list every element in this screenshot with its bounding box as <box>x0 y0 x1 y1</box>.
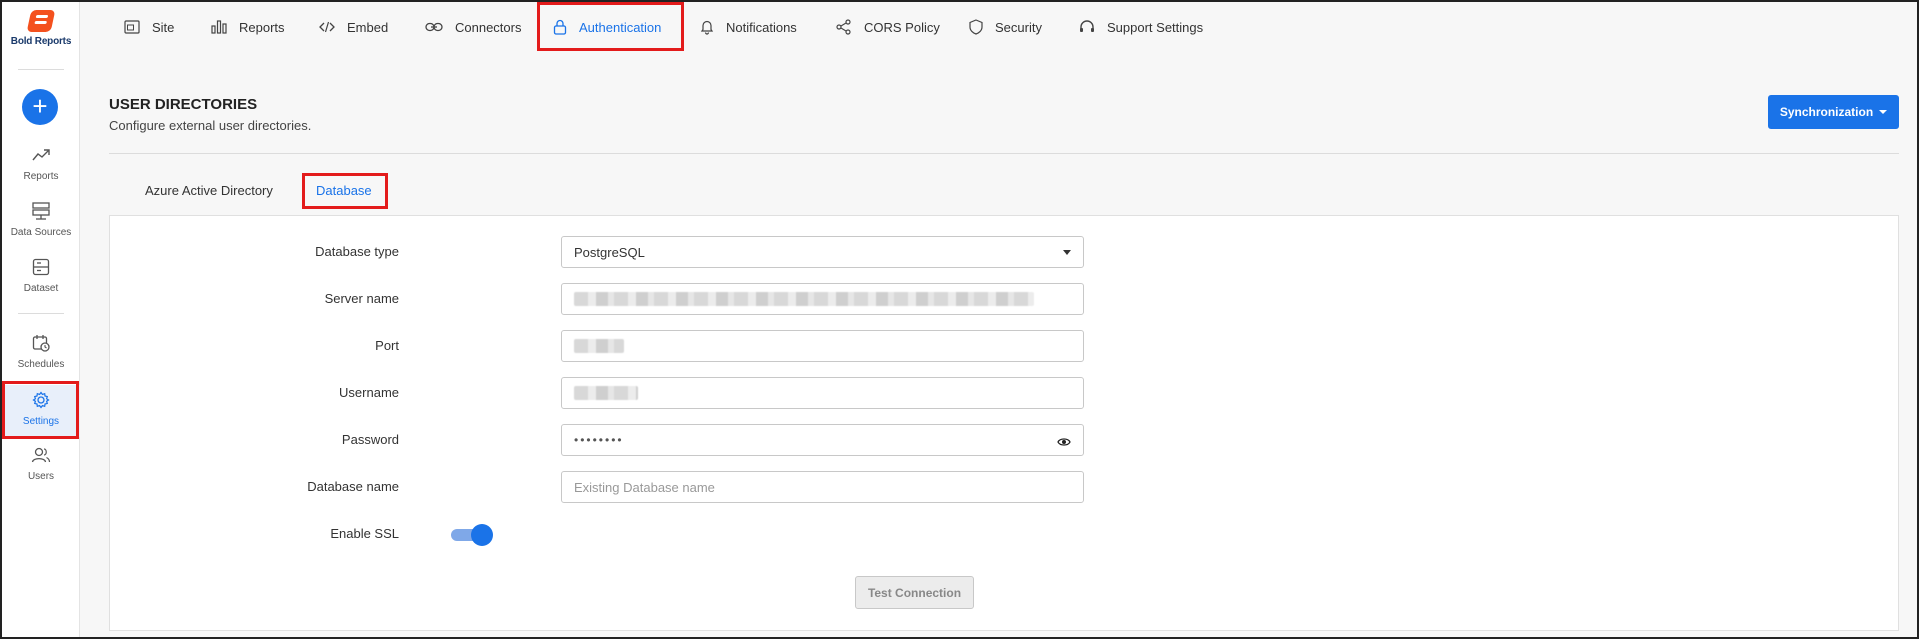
header-divider <box>109 153 1899 154</box>
sidebar-item-label: Users <box>27 471 55 482</box>
enable-ssl-label: Enable SSL <box>330 526 399 541</box>
tab-support-settings[interactable]: Support Settings <box>1079 2 1203 52</box>
sidebar-item-users[interactable]: Users <box>2 445 80 482</box>
link-icon <box>425 22 443 32</box>
sidebar-item-label: Dataset <box>23 283 59 294</box>
database-settings-panel: Database type PostgreSQL Server name Por… <box>109 215 1899 631</box>
tab-database[interactable]: Database <box>316 183 372 198</box>
sidebar-item-label: Reports <box>23 171 59 182</box>
tab-label: Site <box>152 19 175 35</box>
password-input[interactable]: •••••••• <box>561 424 1084 456</box>
show-password-eye-icon[interactable] <box>1057 435 1071 450</box>
port-input[interactable] <box>561 330 1084 362</box>
tab-label: Support Settings <box>1107 19 1204 35</box>
port-label: Port <box>375 338 399 353</box>
bell-icon <box>700 19 714 35</box>
tab-azure-active-directory[interactable]: Azure Active Directory <box>145 183 273 198</box>
share-icon <box>836 19 852 35</box>
tab-embed[interactable]: Embed <box>319 2 388 52</box>
database-name-label: Database name <box>307 479 399 494</box>
users-icon <box>2 445 80 465</box>
sidebar-item-label: Settings <box>22 416 60 427</box>
sidebar-item-label: Schedules <box>17 359 65 370</box>
synchronization-button[interactable]: Synchronization <box>1768 95 1899 129</box>
lock-icon <box>553 19 567 35</box>
trend-icon <box>2 145 80 165</box>
tab-connectors[interactable]: Connectors <box>425 2 521 52</box>
username-label: Username <box>339 385 399 400</box>
tab-notifications[interactable]: Notifications <box>700 2 797 52</box>
database-name-input[interactable] <box>561 471 1084 503</box>
gear-icon <box>2 390 80 410</box>
code-icon <box>319 21 335 33</box>
tab-authentication[interactable]: Authentication <box>553 2 661 52</box>
sidebar-item-data-sources[interactable]: Data Sources <box>2 201 80 238</box>
sidebar-item-settings[interactable]: Settings <box>2 385 80 437</box>
dataset-icon <box>2 257 80 277</box>
password-masked-value: •••••••• <box>574 433 624 447</box>
sidebar-divider <box>18 313 64 314</box>
database-type-label: Database type <box>315 244 399 259</box>
toggle-knob <box>471 524 493 546</box>
shield-icon <box>969 19 983 35</box>
tab-label: Embed <box>347 19 389 35</box>
bar-chart-icon <box>211 20 227 34</box>
tab-reports[interactable]: Reports <box>211 2 285 52</box>
server-name-input[interactable] <box>561 283 1084 315</box>
settings-top-nav: Site Reports Embed Connectors Authentica… <box>82 2 1917 52</box>
brand-name: Bold Reports <box>10 36 72 47</box>
page-subtitle: Configure external user directories. <box>109 118 312 133</box>
bold-reports-logo-icon <box>26 10 56 32</box>
database-type-select[interactable]: PostgreSQL <box>561 236 1084 268</box>
tab-security[interactable]: Security <box>969 2 1042 52</box>
redacted-value <box>574 339 624 353</box>
headset-icon <box>1079 19 1095 35</box>
redacted-value <box>574 292 1034 306</box>
tab-label: CORS Policy <box>864 19 940 35</box>
tab-site[interactable]: Site <box>124 2 174 52</box>
tab-label: Authentication <box>579 19 662 35</box>
sidebar-item-dataset[interactable]: Dataset <box>2 257 80 294</box>
sidebar-item-reports[interactable]: Reports <box>2 145 80 182</box>
dropdown-caret-icon <box>1063 250 1071 255</box>
synchronization-button-label: Synchronization <box>1779 105 1874 119</box>
enable-ssl-toggle[interactable] <box>451 524 495 546</box>
site-icon <box>124 20 140 34</box>
sidebar-divider <box>18 69 64 70</box>
tab-cors-policy[interactable]: CORS Policy <box>836 2 940 52</box>
username-input[interactable] <box>561 377 1084 409</box>
calendar-clock-icon <box>2 333 80 353</box>
server-name-label: Server name <box>324 291 399 306</box>
brand-logo[interactable]: Bold Reports <box>2 10 80 47</box>
database-type-value: PostgreSQL <box>574 244 645 260</box>
tab-label: Reports <box>239 19 285 35</box>
create-new-button[interactable]: + <box>22 89 58 125</box>
server-icon <box>2 201 80 221</box>
tab-label: Connectors <box>455 19 522 35</box>
tab-label: Notifications <box>726 19 797 35</box>
sidebar-item-schedules[interactable]: Schedules <box>2 333 80 370</box>
database-name-text[interactable] <box>574 479 1071 495</box>
caret-down-icon <box>1879 110 1888 114</box>
sidebar-item-label: Data Sources <box>10 227 72 238</box>
password-label: Password <box>341 432 399 447</box>
test-connection-button[interactable]: Test Connection <box>855 576 974 609</box>
redacted-value <box>574 386 638 400</box>
tab-label: Security <box>995 19 1042 35</box>
page-title: USER DIRECTORIES <box>109 96 258 113</box>
sidebar: Bold Reports + Reports Data Sources Data… <box>2 2 80 637</box>
